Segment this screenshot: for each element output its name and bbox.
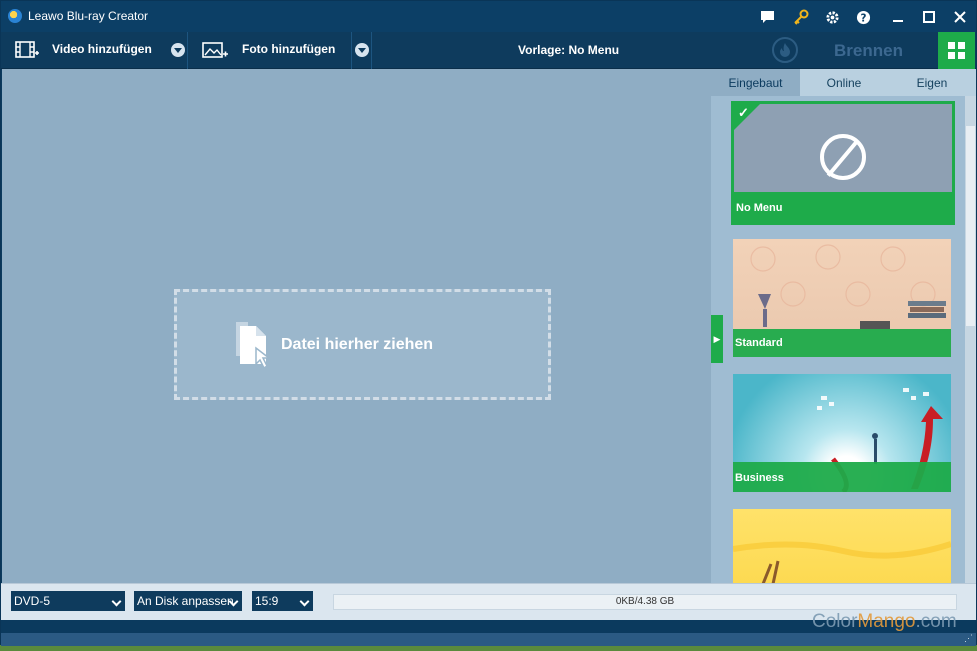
svg-text:?: ? — [860, 12, 866, 24]
add-photo-dropdown-icon[interactable] — [355, 43, 369, 57]
template-card-no-menu[interactable]: ✓ No Menu — [731, 101, 955, 225]
add-photo-button[interactable]: Foto hinzufügen — [189, 32, 349, 69]
photo-icon — [202, 40, 228, 65]
drop-zone-text: Datei hierher ziehen — [281, 336, 434, 353]
template-panel: Eingebaut Online Eigen ✓ No Menu Standar… — [711, 69, 976, 583]
template-card-yellow[interactable] — [733, 509, 951, 583]
drop-zone[interactable]: Datei hierher ziehen — [174, 289, 551, 400]
toolbar-divider — [351, 32, 352, 69]
feedback-icon[interactable] — [757, 7, 777, 27]
toolbar-divider — [371, 32, 372, 69]
tab-builtin[interactable]: Eingebaut — [711, 69, 800, 96]
watermark-part: Color — [812, 611, 858, 632]
toolbar-divider — [187, 32, 188, 69]
resize-grip-icon[interactable]: ⋰ — [964, 633, 973, 644]
watermark-part: Mango — [857, 611, 916, 632]
checkmark-icon: ✓ — [738, 105, 749, 120]
main-toolbar: Video hinzufügen Foto hinzufügen Vorlage… — [1, 32, 976, 69]
template-list: ✓ No Menu Standard Business — [723, 96, 976, 583]
window-title: Leawo Blu-ray Creator — [28, 9, 149, 23]
template-card-standard[interactable]: Standard — [733, 239, 951, 357]
disc-type-select[interactable]: DVD-5 — [11, 591, 125, 611]
status-bar-lower: ⋰ — [1, 633, 976, 646]
current-template-label: Vorlage: No Menu — [518, 43, 620, 57]
template-label: Business — [735, 472, 784, 484]
add-video-dropdown-icon[interactable] — [171, 43, 185, 57]
watermark-part: .com — [915, 611, 957, 632]
no-menu-icon — [820, 134, 866, 180]
close-icon[interactable] — [950, 7, 970, 27]
app-logo-icon — [8, 9, 22, 23]
add-video-button[interactable]: Video hinzufügen — [1, 32, 165, 69]
maximize-icon[interactable] — [919, 7, 939, 27]
template-scrollbar[interactable] — [965, 96, 976, 583]
film-icon — [15, 40, 39, 65]
tab-online[interactable]: Online — [800, 69, 888, 96]
settings-gear-icon[interactable] — [822, 7, 842, 27]
flame-icon[interactable] — [772, 37, 798, 63]
watermark: ColorMango.com — [812, 611, 957, 633]
tab-custom[interactable]: Eigen — [888, 69, 976, 96]
template-card-business[interactable]: Business — [733, 374, 951, 492]
help-icon[interactable]: ? — [853, 7, 873, 27]
file-drop-icon — [232, 320, 278, 372]
minimize-icon[interactable] — [888, 7, 908, 27]
add-video-label: Video hinzufügen — [52, 42, 152, 56]
key-icon[interactable] — [791, 7, 811, 27]
template-label: Standard — [735, 337, 783, 349]
aspect-ratio-select[interactable]: 15:9 — [252, 591, 313, 611]
title-bar: Leawo Blu-ray Creator ? — [1, 1, 976, 32]
fit-mode-select[interactable]: An Disk anpassen — [134, 591, 242, 611]
panel-collapse-toggle[interactable]: ▶ — [711, 315, 723, 363]
template-label: No Menu — [736, 202, 783, 214]
media-drop-area[interactable]: Datei hierher ziehen — [2, 69, 711, 583]
scrollbar-thumb[interactable] — [966, 126, 975, 326]
template-tabs: Eingebaut Online Eigen — [711, 69, 976, 96]
app-window: Leawo Blu-ray Creator ? Video hinzufügen… — [0, 0, 977, 646]
disc-usage-bar: 0KB/4.38 GB — [333, 594, 957, 610]
add-photo-label: Foto hinzufügen — [242, 42, 336, 56]
yellow-thumbnail — [733, 541, 951, 583]
template-grid-toggle-button[interactable] — [938, 32, 975, 69]
burn-button[interactable]: Brennen — [834, 41, 903, 61]
